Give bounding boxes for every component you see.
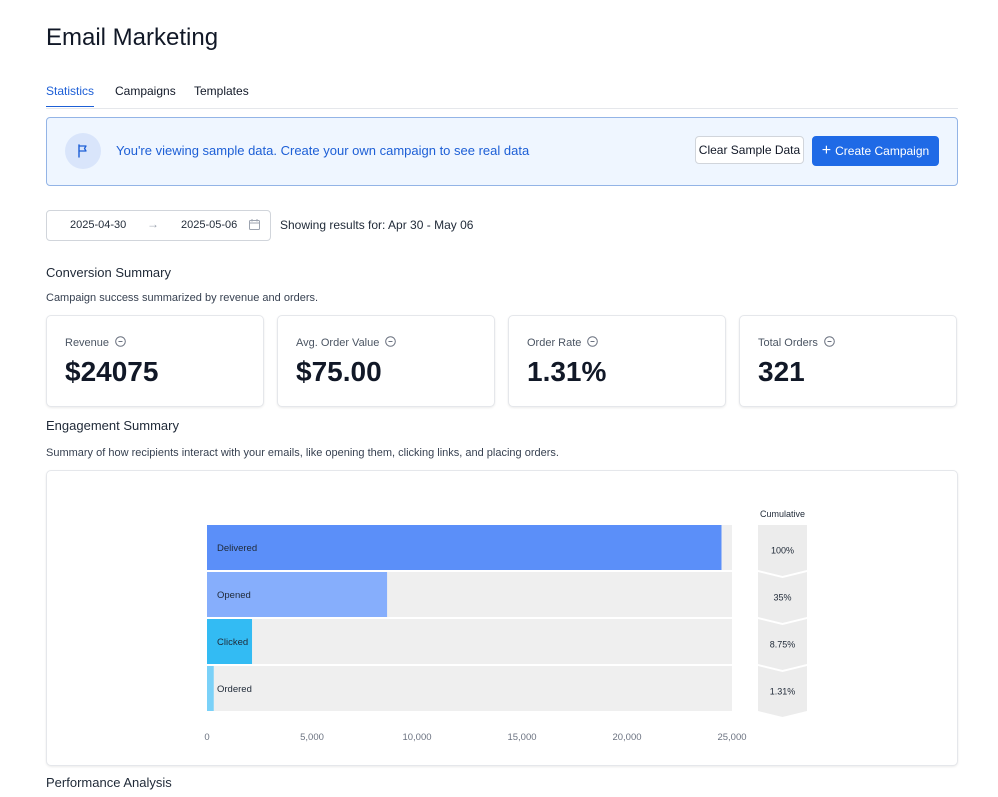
funnel-bar-delivered <box>207 525 722 570</box>
showing-results-text: Showing results for: Apr 30 - May 06 <box>280 218 474 232</box>
funnel-track <box>207 619 732 664</box>
x-tick-label: 5,000 <box>300 732 324 743</box>
arrow-right-icon: → <box>147 217 159 231</box>
cumulative-value: 8.75% <box>770 640 796 650</box>
tab-templates[interactable]: Templates <box>194 76 249 106</box>
cumulative-value: 100% <box>771 546 794 556</box>
engagement-summary-description: Summary of how recipients interact with … <box>46 447 559 459</box>
tab-campaigns[interactable]: Campaigns <box>115 76 176 106</box>
funnel-chart-svg: Delivered Opened Clicked Ordered 0 5,000 10,00… <box>204 509 807 743</box>
info-icon[interactable] <box>385 336 397 350</box>
card-value: $75.00 <box>296 356 382 387</box>
end-date-input[interactable]: 2025-05-06 <box>181 219 237 231</box>
page-title: Email Marketing <box>46 24 219 51</box>
performance-analysis-title: Performance Analysis <box>46 775 172 790</box>
x-tick-label: 0 <box>204 732 209 743</box>
card-value: 1.31% <box>527 356 607 387</box>
info-icon[interactable] <box>824 336 835 350</box>
card-label: Avg. Order Value <box>296 337 380 349</box>
avg-order-value-card: Avg. Order Value $75.00 <box>277 315 495 407</box>
card-label: Order Rate <box>527 337 582 349</box>
funnel-bar-label: Opened <box>217 590 251 601</box>
conversion-summary-title: Conversion Summary <box>46 265 171 280</box>
flag-icon <box>65 133 101 169</box>
create-campaign-button[interactable]: + Create Campaign <box>812 136 939 166</box>
x-tick-label: 25,000 <box>717 732 746 743</box>
card-label: Total Orders <box>758 337 818 349</box>
date-range-picker[interactable]: 2025-04-30 → 2025-05-06 <box>46 210 271 241</box>
engagement-summary-title: Engagement Summary <box>46 418 179 433</box>
clear-sample-data-button[interactable]: Clear Sample Data <box>695 136 804 164</box>
engagement-funnel-chart: Delivered Opened Clicked Ordered 0 5,000 10,00… <box>46 470 958 766</box>
card-value: $24075 <box>65 356 159 387</box>
card-label: Revenue <box>65 337 110 349</box>
funnel-bar-label: Delivered <box>217 543 257 554</box>
info-icon[interactable] <box>587 336 599 350</box>
tab-bar: Statistics Campaigns Templates <box>46 76 958 109</box>
tab-statistics[interactable]: Statistics <box>46 76 95 107</box>
plus-icon: + <box>821 142 832 159</box>
total-orders-card: Total Orders 321 <box>739 315 957 407</box>
funnel-bar-label: Clicked <box>217 637 248 648</box>
card-value: 321 <box>758 356 805 387</box>
calendar-icon[interactable] <box>249 219 260 233</box>
funnel-bar-ordered <box>207 666 214 711</box>
create-campaign-label: Create Campaign <box>835 144 930 158</box>
conversion-summary-description: Campaign success summarized by revenue a… <box>46 292 319 304</box>
revenue-card: Revenue $24075 <box>46 315 264 407</box>
funnel-track <box>207 666 732 711</box>
cumulative-title: Cumulative <box>760 509 805 519</box>
info-icon[interactable] <box>115 336 126 350</box>
x-tick-label: 20,000 <box>612 732 641 743</box>
banner-message: You're viewing sample data. Create your … <box>116 143 530 158</box>
funnel-bar-label: Ordered <box>217 684 252 695</box>
sample-data-banner: You're viewing sample data. Create your … <box>46 117 958 186</box>
x-tick-label: 10,000 <box>402 732 431 743</box>
order-rate-card: Order Rate 1.31% <box>508 315 726 407</box>
cumulative-value: 1.31% <box>770 687 796 697</box>
cumulative-value: 35% <box>773 593 791 603</box>
start-date-input[interactable]: 2025-04-30 <box>70 219 126 231</box>
x-tick-label: 15,000 <box>507 732 536 743</box>
